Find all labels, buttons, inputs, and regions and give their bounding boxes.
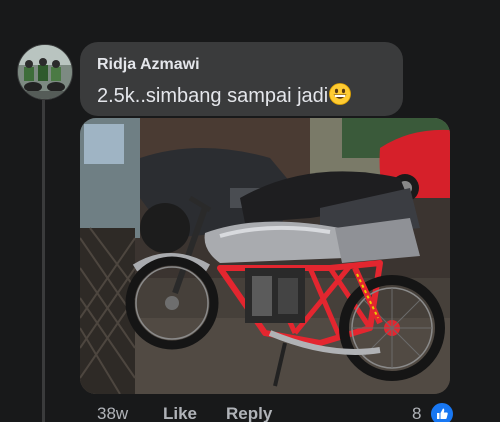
reply-button[interactable]: Reply (226, 404, 272, 422)
reaction-count[interactable]: 8 (412, 404, 421, 422)
comment-text: 2.5k..simbang sampai jadi (97, 85, 329, 107)
comment-bubble: Ridja Azmawi 2.5k..simbang sampai jadi (80, 42, 403, 116)
comment-timestamp[interactable]: 38w (97, 404, 128, 422)
like-button[interactable]: Like (163, 404, 197, 422)
grinning-face-icon (329, 83, 352, 105)
comment-text-line: 2.5k..simbang sampai jadi (97, 83, 352, 108)
comment-thread: Ridja Azmawi 2.5k..simbang sampai jadi 3… (0, 0, 500, 422)
like-icon[interactable] (429, 401, 455, 422)
avatar-photo (18, 45, 72, 99)
comment-photo[interactable] (80, 118, 450, 394)
avatar[interactable] (17, 44, 73, 100)
motorcycle-photo (80, 118, 450, 394)
thread-line (42, 100, 45, 422)
comment-author[interactable]: Ridja Azmawi (97, 56, 200, 74)
